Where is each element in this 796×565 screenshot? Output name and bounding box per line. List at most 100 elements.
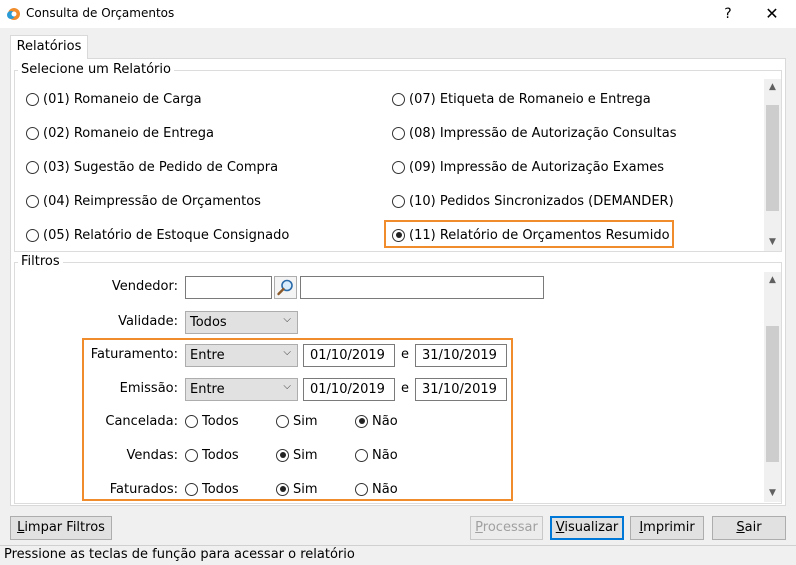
report-option-08[interactable]: (08) Impressão de Autorização Consultas	[392, 124, 676, 142]
emissao-mode-select[interactable]: Entre ⌵	[185, 378, 298, 401]
report-option-09[interactable]: (09) Impressão de Autorização Exames	[392, 158, 664, 176]
title-bar: Consulta de Orçamentos ? ✕	[0, 0, 796, 28]
report-option-05[interactable]: (05) Relatório de Estoque Consignado	[26, 226, 289, 244]
option-label: Não	[372, 413, 398, 429]
radio-circle[interactable]	[392, 126, 405, 140]
button-label: air	[744, 520, 762, 535]
faturamento-to-input[interactable]: 31/10/2019	[415, 344, 507, 367]
option-label: Sim	[293, 481, 318, 497]
processar-button[interactable]: Processar	[470, 516, 543, 540]
radio-circle[interactable]	[185, 448, 198, 462]
radio-circle[interactable]	[392, 194, 405, 208]
report-option-01[interactable]: (01) Romaneio de Carga	[26, 90, 202, 108]
cancelada-label: Cancelada:	[105, 414, 178, 429]
scroll-thumb[interactable]	[766, 105, 779, 211]
app-logo-icon	[7, 8, 20, 20]
sair-button[interactable]: Sair	[712, 516, 786, 540]
faturados-label: Faturados:	[109, 482, 178, 497]
radio-circle[interactable]	[26, 228, 39, 242]
radio-circle[interactable]	[355, 482, 368, 496]
faturados-option-todos[interactable]: Todos	[185, 480, 239, 498]
option-label: Todos	[202, 481, 239, 497]
scroll-thumb[interactable]	[766, 326, 779, 462]
radio-circle[interactable]	[185, 482, 198, 496]
radio-circle[interactable]	[26, 160, 39, 174]
emissao-from-input[interactable]: 01/10/2019	[303, 378, 395, 401]
radio-circle-selected[interactable]	[355, 414, 368, 428]
radio-circle-selected[interactable]	[276, 482, 289, 496]
faturados-option-nao[interactable]: Não	[355, 480, 398, 498]
selected-report-highlight	[384, 220, 674, 248]
report-option-label: (07) Etiqueta de Romaneio e Entrega	[409, 91, 651, 107]
radio-circle[interactable]	[185, 414, 198, 428]
emissao-range-sep: e	[401, 381, 409, 396]
scroll-up-arrow-icon[interactable]: ▲	[764, 272, 781, 289]
option-label: Sim	[293, 413, 318, 429]
option-label: Sim	[293, 447, 318, 463]
cancelada-option-nao[interactable]: Não	[355, 412, 398, 430]
radio-circle[interactable]	[276, 414, 289, 428]
faturamento-mode-select[interactable]: Entre ⌵	[185, 344, 298, 367]
filters-scrollbar[interactable]: ▲ ▼	[764, 272, 781, 502]
vendas-option-sim[interactable]: Sim	[276, 446, 318, 464]
radio-circle[interactable]	[26, 194, 39, 208]
filters-group-title: Filtros	[18, 254, 63, 269]
scroll-down-arrow-icon[interactable]: ▼	[764, 234, 781, 251]
emissao-to-input[interactable]: 31/10/2019	[415, 378, 507, 401]
report-option-03[interactable]: (03) Sugestão de Pedido de Compra	[26, 158, 278, 176]
option-label: Todos	[202, 447, 239, 463]
chevron-down-icon: ⌵	[283, 314, 291, 325]
radio-circle[interactable]	[26, 126, 39, 140]
vendas-label: Vendas:	[126, 448, 179, 463]
radio-circle-selected[interactable]	[276, 448, 289, 462]
report-option-04[interactable]: (04) Reimpressão de Orçamentos	[26, 192, 261, 210]
radio-circle[interactable]	[26, 92, 39, 106]
vendedor-search-button[interactable]	[274, 276, 297, 299]
visualizar-button[interactable]: Visualizar	[550, 516, 624, 540]
close-button[interactable]: ✕	[758, 3, 786, 25]
scroll-down-arrow-icon[interactable]: ▼	[764, 485, 781, 502]
chevron-down-icon: ⌵	[283, 347, 291, 358]
scroll-up-arrow-icon[interactable]: ▲	[764, 79, 781, 96]
radio-circle[interactable]	[392, 92, 405, 106]
report-option-label: (03) Sugestão de Pedido de Compra	[43, 159, 279, 175]
option-label: Não	[372, 447, 398, 463]
window-title: Consulta de Orçamentos	[26, 6, 175, 20]
button-label: rocessar	[482, 520, 538, 535]
report-option-07[interactable]: (07) Etiqueta de Romaneio e Entrega	[392, 90, 651, 108]
option-label: Não	[372, 481, 398, 497]
emissao-label: Emissão:	[119, 381, 178, 396]
chevron-down-icon: ⌵	[283, 381, 291, 392]
validade-select[interactable]: Todos ⌵	[185, 311, 298, 334]
vendas-option-todos[interactable]: Todos	[185, 446, 239, 464]
report-option-label: (09) Impressão de Autorização Exames	[409, 159, 665, 175]
imprimir-button[interactable]: Imprimir	[630, 516, 704, 540]
faturamento-range-sep: e	[401, 347, 409, 362]
report-option-10[interactable]: (10) Pedidos Sincronizados (DEMANDER)	[392, 192, 674, 210]
status-text: Pressione as teclas de função para acess…	[4, 547, 355, 562]
cancelada-option-todos[interactable]: Todos	[185, 412, 239, 430]
cancelada-option-sim[interactable]: Sim	[276, 412, 318, 430]
reports-group-title: Selecione um Relatório	[18, 62, 174, 77]
radio-circle[interactable]	[355, 448, 368, 462]
button-label: mprimir	[643, 520, 695, 535]
vendedor-name-input[interactable]	[300, 276, 544, 299]
report-option-02[interactable]: (02) Romaneio de Entrega	[26, 124, 214, 142]
help-button[interactable]: ?	[716, 3, 740, 25]
faturamento-mode-value: Entre	[190, 348, 225, 363]
faturamento-from-input[interactable]: 01/10/2019	[303, 344, 395, 367]
vendas-option-nao[interactable]: Não	[355, 446, 398, 464]
report-option-label: (04) Reimpressão de Orçamentos	[43, 193, 261, 209]
radio-circle[interactable]	[392, 160, 405, 174]
validade-value: Todos	[190, 315, 227, 330]
vendedor-label: Vendedor:	[111, 279, 178, 294]
report-option-label: (01) Romaneio de Carga	[43, 91, 202, 107]
reports-scrollbar[interactable]: ▲ ▼	[764, 79, 781, 251]
vendedor-code-input[interactable]	[185, 276, 272, 299]
limpar-filtros-button[interactable]: Limpar Filtros	[10, 516, 112, 540]
status-bar: Pressione as teclas de função para acess…	[0, 545, 796, 565]
tab-relatorios[interactable]: Relatórios	[10, 35, 88, 59]
button-mnemonic: P	[475, 520, 483, 535]
faturados-option-sim[interactable]: Sim	[276, 480, 318, 498]
validade-label: Validade:	[118, 314, 178, 329]
